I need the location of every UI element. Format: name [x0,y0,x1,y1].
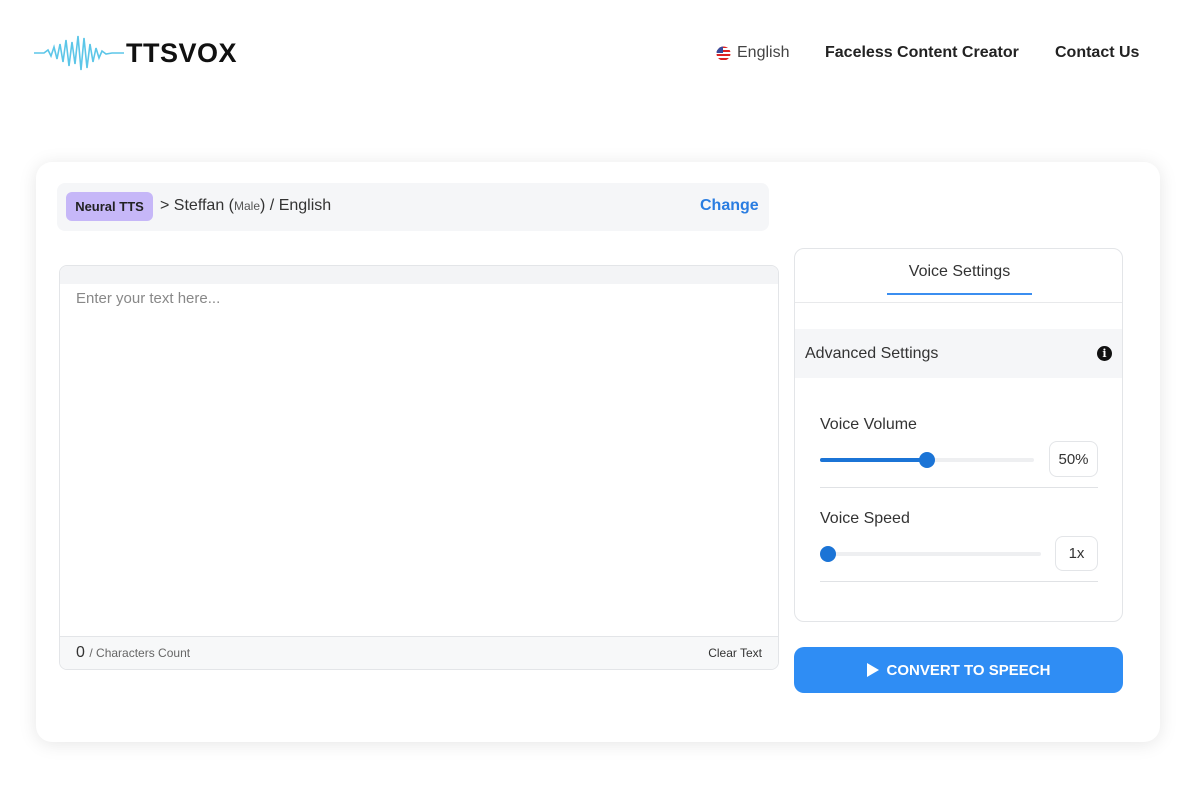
info-icon[interactable]: i [1097,346,1112,361]
speed-slider[interactable] [820,546,1041,562]
selected-voice: > Steffan (Male) / English [160,197,332,214]
language-label: English [737,44,790,61]
speed-value[interactable]: 1x [1055,536,1098,571]
text-editor: 0 / Characters Count Clear Text [59,265,779,670]
speed-label: Voice Speed [820,510,910,527]
char-count-label: / Characters Count [89,646,191,660]
volume-slider-thumb[interactable] [919,452,935,468]
engine-badge: Neural TTS [66,192,153,221]
advanced-settings-header[interactable]: Advanced Settings i [795,329,1122,378]
nav-contact-us[interactable]: Contact Us [1055,44,1139,62]
separator: > [160,197,170,214]
voice-settings-panel: Voice Settings Advanced Settings i Voice… [794,248,1123,622]
divider [820,487,1098,488]
language-selector[interactable]: English [716,44,789,62]
advanced-settings-label: Advanced Settings [805,344,939,362]
editor-footer: 0 / Characters Count Clear Text [60,636,778,669]
volume-slider[interactable] [820,452,1034,468]
char-count-value: 0 [76,644,85,661]
volume-slider-fill [820,458,927,462]
divider [820,581,1098,582]
volume-value[interactable]: 50% [1049,441,1098,477]
soundwave-logo-icon [34,35,124,71]
speed-slider-thumb[interactable] [820,546,836,562]
convert-to-speech-button[interactable]: CONVERT TO SPEECH [794,647,1123,693]
us-flag-icon [716,46,731,60]
voice-gender: Male [234,199,261,213]
tab-voice-settings[interactable]: Voice Settings [887,263,1032,295]
play-icon [866,663,879,677]
logo[interactable]: TTSVOX [34,30,237,76]
clear-text-button[interactable]: Clear Text [708,646,762,660]
tab-divider [795,302,1122,303]
convert-label: CONVERT TO SPEECH [886,661,1051,679]
nav-faceless-content-creator[interactable]: Faceless Content Creator [825,44,1019,62]
text-input[interactable] [60,284,778,637]
voice-language: English [278,197,332,214]
character-count: 0 / Characters Count [76,644,190,662]
volume-label: Voice Volume [820,416,917,433]
editor-toolbar-strip [60,266,778,284]
change-voice-link[interactable]: Change [700,197,759,215]
voice-name: Steffan [173,197,225,214]
